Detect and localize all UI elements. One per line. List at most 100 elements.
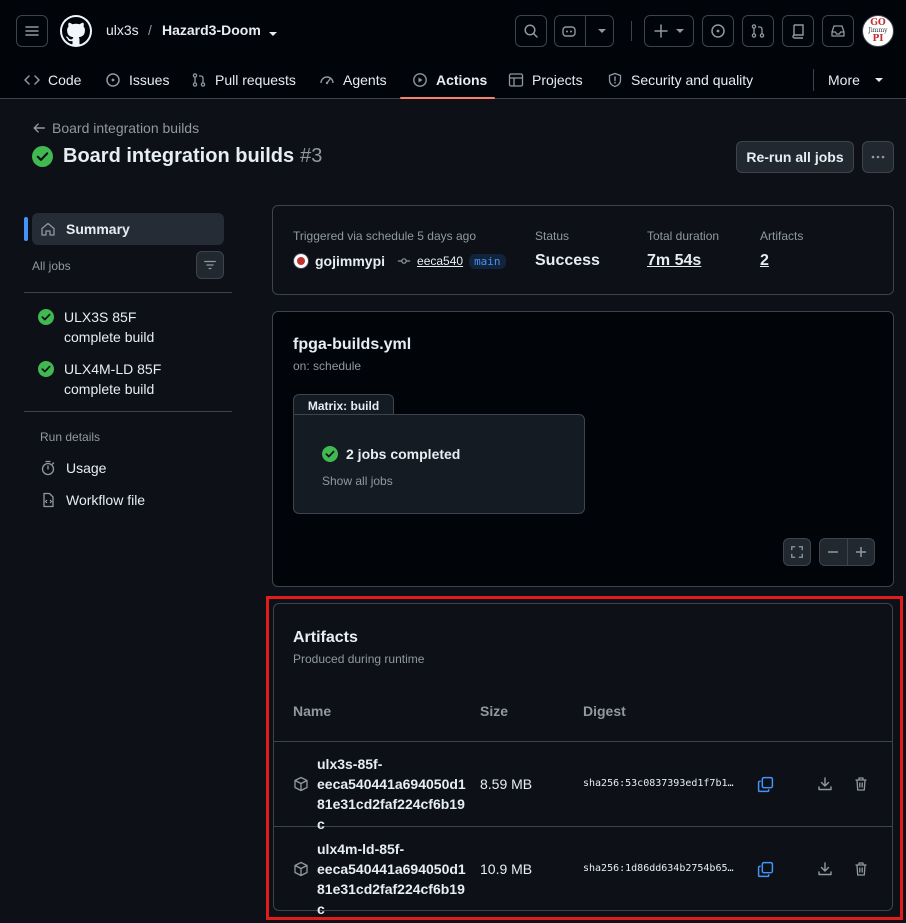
search-button[interactable]	[515, 15, 547, 47]
rerun-all-jobs-button[interactable]: Re-run all jobs	[736, 141, 854, 173]
tab-label: Agents	[343, 71, 387, 88]
tab-label: Issues	[129, 71, 170, 88]
global-header: ulx3s / Hazard3-Doom GO Jimmy PI Code Is…	[0, 0, 906, 99]
job-name-line: complete build	[64, 329, 155, 345]
filter-button[interactable]	[196, 251, 224, 279]
tab-code[interactable]: Code	[24, 60, 81, 99]
breadcrumb-repo[interactable]: Hazard3-Doom	[162, 22, 261, 38]
repo-dropdown-icon[interactable]	[268, 26, 278, 42]
minus-icon	[828, 551, 839, 553]
tab-agents[interactable]: Agents	[319, 60, 387, 99]
avatar-text-line: PI	[872, 34, 884, 44]
nav-divider	[813, 69, 814, 91]
chevron-down-icon	[598, 29, 606, 33]
branch-label[interactable]: main	[469, 253, 506, 269]
show-all-jobs-link[interactable]: Show all jobs	[322, 474, 393, 488]
pull-request-icon	[191, 72, 207, 88]
zoom-controls	[819, 538, 875, 566]
shield-icon	[607, 72, 623, 88]
pull-requests-button[interactable]	[742, 15, 774, 47]
repositories-button[interactable]	[782, 15, 814, 47]
copilot-button[interactable]	[554, 15, 614, 47]
workflow-trigger: on: schedule	[293, 359, 362, 373]
header-divider	[631, 21, 632, 41]
create-new-button[interactable]	[644, 15, 694, 47]
highlight-box	[266, 596, 903, 920]
tab-issues[interactable]: Issues	[105, 60, 169, 99]
active-indicator	[24, 217, 28, 241]
workflow-file-name: fpga-builds.yml	[293, 336, 412, 353]
tab-pull-requests[interactable]: Pull requests	[191, 60, 296, 99]
breadcrumb-owner[interactable]: ulx3s	[106, 22, 139, 38]
play-icon	[412, 72, 428, 88]
filter-icon	[204, 260, 216, 270]
check-circle-fill-icon	[322, 446, 338, 462]
home-icon	[41, 222, 55, 236]
run-number: #3	[300, 145, 323, 167]
more-button[interactable]: More	[828, 60, 884, 99]
copilot-icon	[562, 26, 576, 37]
duration-label: Total duration	[647, 229, 720, 243]
inbox-button[interactable]	[822, 15, 854, 47]
issue-icon	[105, 72, 121, 88]
tab-actions[interactable]: Actions	[399, 60, 496, 99]
more-options-button[interactable]	[862, 141, 894, 173]
run-title: Board integration builds	[63, 145, 295, 167]
fullscreen-button[interactable]	[783, 538, 811, 566]
arrow-left-icon	[33, 123, 45, 133]
run-summary-card: Triggered via schedule 5 days ago gojimm…	[272, 205, 894, 295]
zoom-in-button[interactable]	[848, 546, 875, 558]
job-name-line: complete build	[64, 381, 155, 397]
avatar-text-line: GO	[870, 18, 886, 28]
plus-icon	[654, 24, 668, 38]
search-icon	[524, 24, 538, 38]
tab-label: Actions	[436, 71, 488, 88]
actor-name[interactable]: gojimmypi	[315, 253, 385, 269]
chevron-down-icon	[676, 29, 684, 33]
actor-avatar	[293, 253, 309, 269]
jobs-completed-text: 2 jobs completed	[346, 446, 461, 462]
menu-button[interactable]	[16, 15, 48, 47]
issues-button[interactable]	[702, 15, 734, 47]
agent-icon	[319, 72, 335, 88]
more-label: More	[828, 71, 860, 88]
tab-label: Security and quality	[631, 71, 754, 88]
duration-value[interactable]: 7m 54s	[647, 252, 701, 270]
sidebar-item-label: Summary	[66, 221, 130, 237]
repo-nav: Code Issues Pull requests Agents Actions…	[0, 60, 906, 99]
zoom-out-button[interactable]	[820, 546, 847, 558]
tab-security[interactable]: Security and quality	[607, 60, 753, 99]
check-circle-fill-icon	[38, 361, 54, 377]
table-icon	[508, 72, 524, 88]
plus-icon	[855, 547, 866, 557]
breadcrumb-separator: /	[148, 22, 152, 38]
top-bar: ulx3s / Hazard3-Doom GO Jimmy PI	[0, 0, 906, 60]
artifacts-count-value[interactable]: 2	[760, 252, 769, 270]
sidebar-divider	[24, 292, 232, 293]
commit-link[interactable]: eeca540	[417, 254, 463, 268]
matrix-job-group[interactable]: 2 jobs completed Show all jobs	[293, 414, 585, 514]
status-value: Success	[535, 252, 600, 269]
tab-label: Projects	[532, 71, 583, 88]
hamburger-icon	[25, 26, 39, 36]
user-avatar[interactable]: GO Jimmy PI	[862, 15, 894, 47]
git-commit-icon	[397, 258, 411, 264]
sidebar-item-summary[interactable]: Summary	[32, 213, 224, 245]
job-name-line: ULX3S 85F	[64, 309, 137, 325]
tab-projects[interactable]: Projects	[508, 60, 583, 99]
job-name-line: ULX4M-LD 85F	[64, 361, 162, 377]
sidebar-item-label: Usage	[66, 460, 107, 476]
sidebar-item-workflow-file[interactable]: Workflow file	[40, 490, 232, 510]
run-details-heading: Run details	[40, 430, 101, 444]
github-logo[interactable]	[60, 15, 92, 47]
sidebar-job-item[interactable]: ULX3S 85F complete build	[38, 307, 218, 347]
screen-full-icon	[791, 546, 803, 558]
sidebar-item-usage[interactable]: Usage	[40, 458, 232, 478]
stopwatch-icon	[41, 460, 55, 476]
chevron-down-icon	[874, 77, 883, 82]
code-icon	[24, 72, 40, 88]
sidebar-job-item[interactable]: ULX4M-LD 85F complete build	[38, 359, 218, 399]
back-link[interactable]: Board integration builds	[32, 120, 199, 136]
file-code-icon	[43, 492, 54, 508]
triggered-text: Triggered via schedule 5 days ago	[293, 229, 476, 243]
